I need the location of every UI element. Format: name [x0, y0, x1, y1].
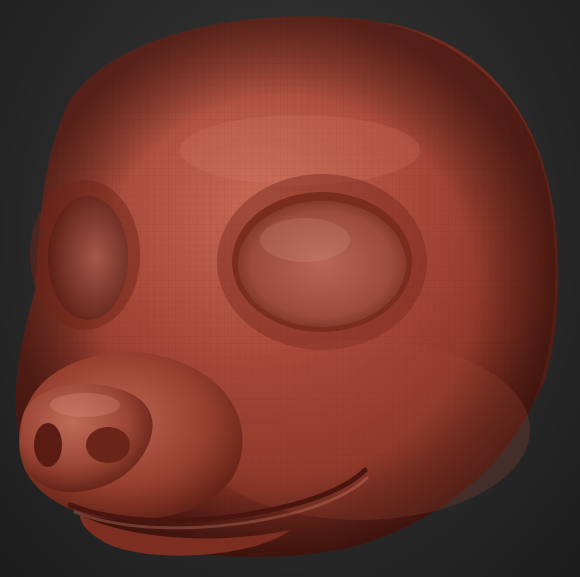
right-nostril — [86, 427, 130, 463]
sculpted-head-render — [15, 16, 559, 558]
right-eye-shine — [260, 218, 350, 262]
nose-highlight — [50, 393, 120, 417]
brow-highlight — [180, 115, 420, 185]
left-eye-socket — [48, 196, 128, 320]
sculpt-viewport[interactable] — [0, 0, 580, 577]
left-nostril — [34, 423, 62, 467]
